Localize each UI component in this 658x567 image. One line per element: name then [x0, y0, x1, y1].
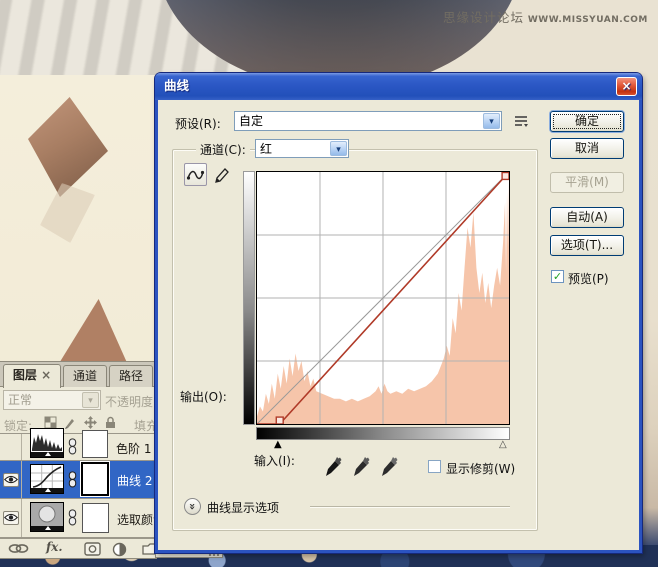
channel-label: 通道(C):	[196, 141, 250, 158]
opacity-label: 不透明度	[105, 393, 153, 410]
origami-shape	[28, 97, 108, 197]
white-point-slider[interactable]: △	[499, 440, 507, 450]
tab-close-icon[interactable]: ×	[41, 368, 51, 382]
edit-points-curve-tool[interactable]	[184, 163, 207, 186]
blend-mode-value: 正常	[8, 393, 32, 407]
dialog-titlebar[interactable]: 曲线 ×	[155, 73, 642, 100]
levels-thumbnail[interactable]	[30, 428, 64, 458]
preset-label: 预设(R):	[175, 115, 221, 132]
layer-mask-thumbnail[interactable]	[81, 462, 109, 496]
lock-all-padlock-icon[interactable]	[104, 416, 117, 429]
watermark: 思缘设计论坛 WWW.MISSYUAN.COM	[443, 7, 648, 26]
check-icon: ✓	[553, 270, 562, 283]
show-clipping-label: 显示修剪(W)	[446, 460, 515, 477]
lock-label: 锁定:	[4, 417, 32, 434]
adjustment-layer-icon[interactable]	[112, 542, 127, 557]
pencil-tool[interactable]	[210, 163, 233, 186]
input-label: 输入(I):	[254, 452, 295, 469]
curve-grid-svg[interactable]	[257, 172, 509, 424]
expander-chevrons-icon[interactable]: »	[184, 498, 201, 515]
options-button[interactable]: 选项(T)...	[550, 235, 624, 256]
curves-thumbnail[interactable]	[30, 464, 64, 494]
close-icon[interactable]: ×	[616, 77, 637, 96]
layer-row-levels[interactable]: 色阶 1	[0, 434, 156, 460]
link-chain-icon	[68, 509, 77, 526]
cancel-button[interactable]: 取消	[550, 138, 624, 159]
watermark-site-name: 思缘设计论坛	[443, 10, 524, 25]
chevron-down-icon[interactable]: ▾	[330, 141, 347, 156]
layer-row-selective-color[interactable]: 选取颜色 1	[0, 499, 156, 537]
link-chain-icon	[68, 471, 77, 488]
eye-icon[interactable]	[3, 473, 19, 487]
visibility-cell[interactable]	[0, 434, 22, 460]
layer-row-curves[interactable]: 曲线 2	[0, 461, 156, 498]
dialog-title: 曲线	[164, 78, 189, 93]
blend-mode-select[interactable]: 正常 ▾	[3, 390, 101, 410]
add-mask-icon[interactable]	[84, 542, 101, 556]
origami-shape	[58, 299, 128, 365]
layer-style-fx-icon[interactable]: fx.	[46, 540, 63, 554]
visibility-cell[interactable]	[0, 499, 22, 537]
layers-panel: 图层 × 通道 路径 正常 ▾ 不透明度 锁定:	[0, 362, 156, 558]
output-label: 输出(O):	[180, 388, 227, 405]
ok-button[interactable]: 确定	[550, 111, 624, 132]
chevron-down-icon[interactable]: ▾	[483, 113, 500, 129]
gray-point-eyedropper-icon[interactable]	[352, 456, 370, 478]
tab-paths[interactable]: 路径	[109, 365, 153, 387]
channel-select[interactable]: 红 ▾	[255, 139, 349, 158]
smooth-button: 平滑(M)	[550, 172, 624, 193]
black-point-eyedropper-icon[interactable]	[324, 456, 342, 478]
preset-options-menu-icon[interactable]	[509, 111, 533, 131]
input-gradient-bar	[256, 427, 510, 440]
lock-pixels-brush-icon[interactable]	[64, 416, 77, 429]
layer-name: 曲线 2	[117, 472, 152, 489]
divider	[310, 506, 510, 507]
white-point-eyedropper-icon[interactable]	[380, 456, 398, 478]
layer-mask-thumbnail[interactable]	[82, 503, 109, 533]
layer-mask-thumbnail[interactable]	[82, 430, 108, 458]
preview-label: 预览(P)	[568, 270, 609, 287]
origami-shadow	[40, 183, 95, 243]
tab-paths-label: 路径	[119, 369, 143, 383]
new-group-folder-icon[interactable]	[142, 542, 156, 555]
curve-display-options-label: 曲线显示选项	[207, 499, 279, 516]
output-gradient-bar	[243, 171, 255, 425]
show-clipping-checkbox[interactable]	[428, 460, 441, 473]
lock-position-move-icon[interactable]	[84, 416, 97, 429]
eye-icon[interactable]	[3, 511, 19, 525]
panel-bottom-bar: fx.	[0, 538, 156, 558]
watermark-site-url: WWW.MISSYUAN.COM	[528, 15, 648, 25]
preview-checkbox[interactable]: ✓	[551, 270, 564, 283]
tab-layers[interactable]: 图层 ×	[3, 364, 61, 388]
panel-tabs-row: 图层 × 通道 路径	[0, 362, 156, 387]
preset-value: 自定	[239, 114, 263, 128]
link-chain-icon	[68, 438, 77, 455]
fill-label: 填充	[134, 417, 156, 434]
link-layers-icon[interactable]	[8, 542, 30, 555]
visibility-cell[interactable]	[0, 461, 22, 498]
layer-name: 选取颜色 1	[117, 511, 156, 528]
tab-layers-label: 图层	[13, 368, 37, 382]
tab-channels-label: 通道	[73, 369, 97, 383]
auto-button[interactable]: 自动(A)	[550, 207, 624, 228]
preset-select[interactable]: 自定 ▾	[234, 111, 502, 131]
dialog-client-area: 预设(R): 自定 ▾ 确定 取消 平滑(M) 自动(A) 选项(T)... ✓	[158, 100, 639, 550]
chevron-down-icon[interactable]: ▾	[82, 392, 99, 408]
curve-grid[interactable]	[256, 171, 510, 425]
screenshot-root: 思缘设计论坛 WWW.MISSYUAN.COM 图层 × 通道 路径 正常 ▾ …	[0, 0, 658, 567]
selective-color-thumbnail[interactable]	[30, 502, 64, 532]
curves-dialog: 曲线 × 预设(R): 自定 ▾ 确定 取消 平滑(M) 自动(	[155, 73, 642, 553]
layer-name: 色阶 1	[116, 440, 151, 457]
channel-value: 红	[260, 142, 272, 156]
photo-right-sliver	[641, 73, 658, 567]
tab-channels[interactable]: 通道	[63, 365, 107, 387]
black-point-slider[interactable]: ▲	[274, 440, 282, 450]
